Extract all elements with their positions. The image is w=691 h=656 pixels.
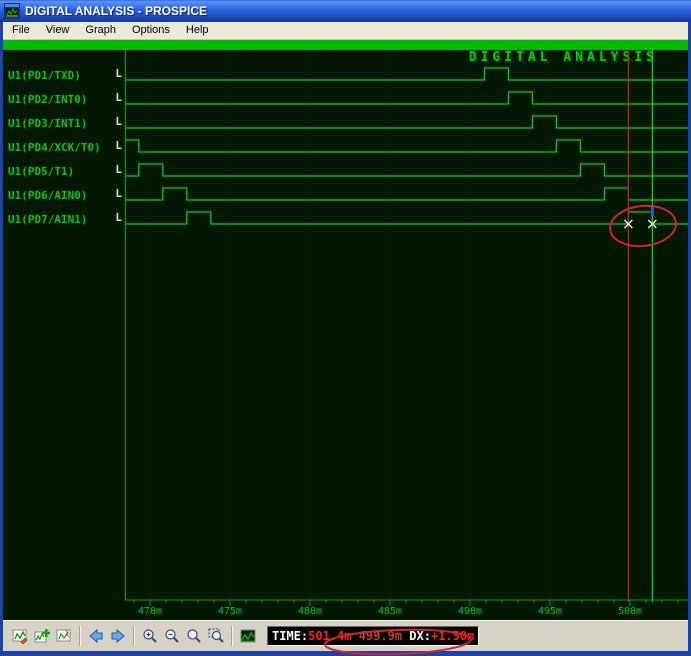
x-tick-label: 480m <box>298 606 322 617</box>
window-title: DIGITAL ANALYSIS - PROSPICE <box>25 4 208 18</box>
arrow-right-icon <box>111 628 125 644</box>
simulate-graph-icon <box>56 629 71 642</box>
signal-name: U1(PD3/INT1) <box>8 117 88 130</box>
signal-name: U1(PD6/AIN0) <box>8 189 88 202</box>
zoom-area-button[interactable] <box>206 626 226 646</box>
signal-level-marker: L <box>115 211 122 224</box>
toolbar-separator <box>133 626 135 646</box>
waveform-trace <box>125 211 688 225</box>
signal-level-marker: L <box>115 115 122 128</box>
signal-row[interactable]: U1(PD7/AIN1) L <box>8 211 122 226</box>
signal-row[interactable]: U1(PD3/INT1) L <box>8 115 122 130</box>
zoom-in-button[interactable] <box>140 626 160 646</box>
menu-file[interactable]: File <box>4 22 38 39</box>
step-back-button[interactable] <box>86 626 106 646</box>
signal-labels: U1(PD1/TXD) L U1(PD2/INT0) L U1(PD3/INT1) L U1… <box>8 50 122 620</box>
status-segment: 501.4m <box>308 629 352 643</box>
app-icon <box>4 3 20 19</box>
window-border-bottom <box>0 651 691 656</box>
signal-level-marker: L <box>115 67 122 80</box>
signal-name: U1(PD2/INT0) <box>8 93 88 106</box>
signal-level-marker: L <box>115 187 122 200</box>
zoom-in-icon <box>143 629 157 643</box>
status-segment: 499.9m <box>351 629 403 643</box>
cursor-time-readout: TIME: 501.4m 499.9m DX: +1.50m <box>267 626 480 646</box>
edit-graph-button[interactable] <box>10 626 30 646</box>
toolbar-separator <box>231 626 233 646</box>
menu-view[interactable]: View <box>38 22 78 39</box>
step-forward-button[interactable] <box>108 626 128 646</box>
signal-row[interactable]: U1(PD6/AIN0) L <box>8 187 122 202</box>
signal-name: U1(PD5/T1) <box>8 165 75 178</box>
add-trace-button[interactable] <box>32 626 52 646</box>
status-segment: DX: <box>402 629 431 643</box>
arrow-left-icon <box>89 628 103 644</box>
graph-header-strip <box>3 40 688 50</box>
signal-row[interactable]: U1(PD2/INT0) L <box>8 91 122 106</box>
x-tick-label: 475m <box>218 606 242 617</box>
signal-level-marker: L <box>115 163 122 176</box>
view-graph-button[interactable] <box>238 626 258 646</box>
x-tick-label: 490m <box>458 606 482 617</box>
menu-help[interactable]: Help <box>178 22 217 39</box>
waveform-canvas[interactable]: 470m 475m 480m 485m 490m 495m 500m <box>125 50 688 620</box>
prospice-window: DIGITAL ANALYSIS - PROSPICE File View Gr… <box>0 0 691 656</box>
simulate-graph-button[interactable] <box>54 626 74 646</box>
zoom-full-button[interactable] <box>184 626 204 646</box>
zoom-out-icon <box>165 629 179 643</box>
x-tick-label: 495m <box>538 606 562 617</box>
window-border-left <box>0 22 3 656</box>
signal-row[interactable]: U1(PD1/TXD) L <box>8 67 122 82</box>
x-tick-label: 470m <box>138 606 162 617</box>
bottom-toolbar: TIME: 501.4m 499.9m DX: +1.50m <box>3 620 688 651</box>
zoom-area-icon <box>208 628 224 643</box>
status-segment: +1.50m <box>430 629 475 643</box>
waveform-trace <box>125 67 688 81</box>
signal-row[interactable]: U1(PD4/XCK/T0) L <box>8 139 122 154</box>
menu-bar: File View Graph Options Help <box>0 22 691 40</box>
zoom-full-icon <box>187 629 201 643</box>
edit-graph-icon <box>12 629 28 644</box>
signal-name: U1(PD1/TXD) <box>8 69 81 82</box>
zoom-out-button[interactable] <box>162 626 182 646</box>
waveform-trace <box>125 139 688 153</box>
signal-level-marker: L <box>115 139 122 152</box>
signal-name: U1(PD4/XCK/T0) <box>8 141 101 154</box>
menu-graph[interactable]: Graph <box>77 22 124 39</box>
waveform-trace <box>125 187 688 201</box>
title-bar[interactable]: DIGITAL ANALYSIS - PROSPICE <box>0 0 691 22</box>
waveform-trace <box>125 115 688 129</box>
signal-name: U1(PD7/AIN1) <box>8 213 88 226</box>
waveform-trace <box>125 163 688 177</box>
plot-area[interactable]: DIGITAL ANALYSIS U1(PD1/TXD) L U1(PD2/INT0… <box>3 50 688 620</box>
signal-row[interactable]: U1(PD5/T1) L <box>8 163 122 178</box>
x-tick-label: 485m <box>378 606 402 617</box>
status-segment: TIME: <box>272 629 309 643</box>
add-trace-icon <box>34 629 50 643</box>
view-graph-icon <box>240 629 256 643</box>
signal-level-marker: L <box>115 91 122 104</box>
cursor-blue-marker <box>650 207 654 216</box>
menu-options[interactable]: Options <box>124 22 178 39</box>
waveform-trace <box>125 91 688 105</box>
toolbar-separator <box>79 626 81 646</box>
x-tick-label: 500m <box>618 606 642 617</box>
